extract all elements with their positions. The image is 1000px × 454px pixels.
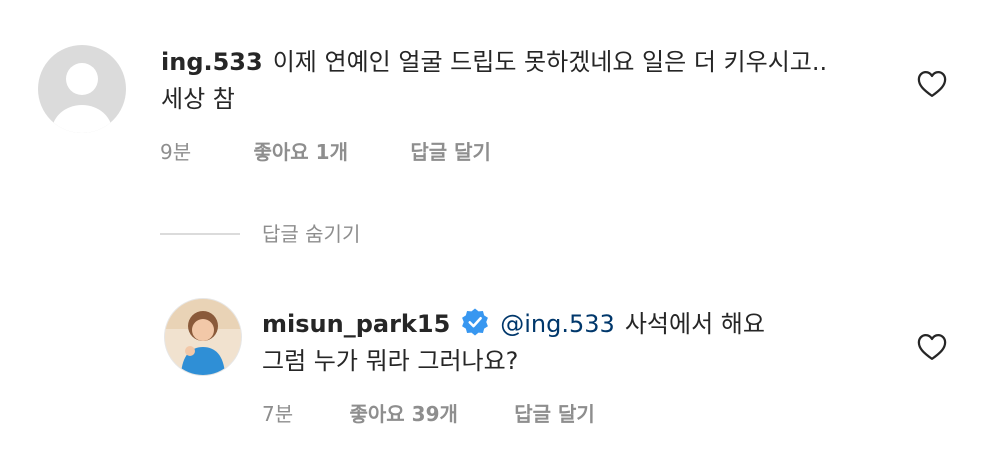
reply-body: misun_park15 @ing.533 사석에서 해요 그럼 누가 뭐라 그러나… [262,306,902,380]
reply-line-1: misun_park15 @ing.533 사석에서 해요 [262,306,902,343]
avatar[interactable] [38,45,126,133]
like-button[interactable] [917,333,947,361]
verified-badge-icon [460,307,490,337]
comment-username[interactable]: ing.533 [161,48,263,76]
profile-photo [165,299,241,375]
comment-line-2: 세상 참 [161,85,235,113]
like-button[interactable] [917,70,947,98]
mention-link[interactable]: @ing.533 [500,310,615,338]
avatar[interactable] [164,298,242,376]
reply-line-2: 그럼 누가 뭐라 그러나요? [262,347,519,375]
reply-username[interactable]: misun_park15 [262,310,450,338]
comment-text: 이제 연예인 얼굴 드립도 못하겠네요 일은 더 키우시고.. [272,48,828,76]
replies-divider [160,233,240,235]
heart-outline-icon [917,334,947,360]
reply-text: 사석에서 해요 [624,310,765,338]
default-avatar-icon [52,63,112,133]
reply-meta: 7분 좋아요 39개 답글 달기 [262,400,595,428]
reply-button[interactable]: 답글 달기 [410,140,491,164]
reply-time: 7분 [262,402,294,426]
comment-line-1: ing.533 이제 연예인 얼굴 드립도 못하겠네요 일은 더 키우시고.. [161,44,901,81]
comment-body: ing.533 이제 연예인 얼굴 드립도 못하겠네요 일은 더 키우시고.. 세… [161,44,901,118]
reply-button[interactable]: 답글 달기 [514,402,595,426]
comment-time: 9분 [160,140,192,164]
heart-outline-icon [917,71,947,97]
comment-likes[interactable]: 좋아요 1개 [253,140,347,164]
comment-meta: 9분 좋아요 1개 답글 달기 [160,138,491,166]
hide-replies-button[interactable]: 답글 숨기기 [262,220,360,248]
reply-likes[interactable]: 좋아요 39개 [349,402,457,426]
